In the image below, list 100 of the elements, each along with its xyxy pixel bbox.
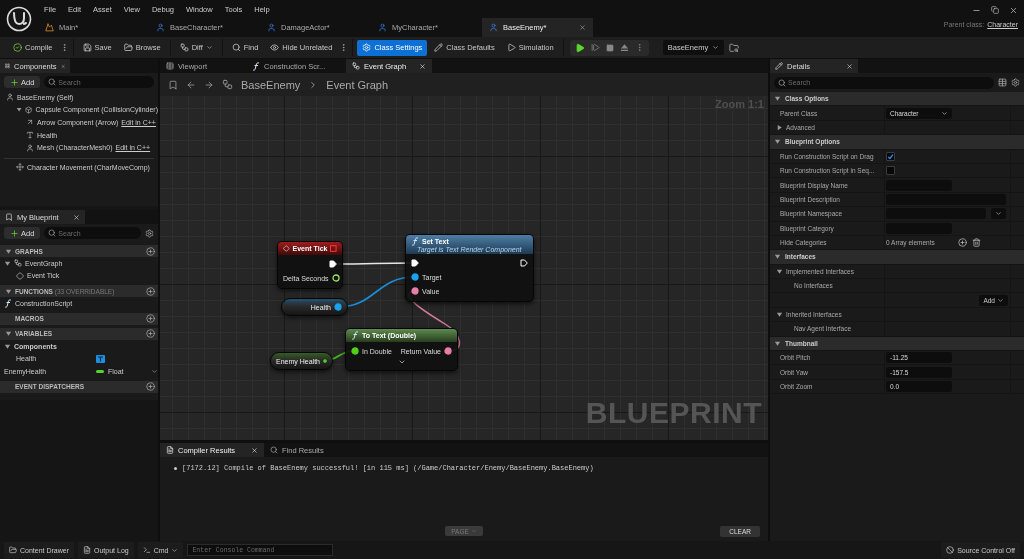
pin-icon[interactable] <box>322 357 327 365</box>
plus-icon <box>10 228 19 238</box>
event-icon <box>283 245 290 252</box>
component-icon <box>25 105 33 114</box>
forward-icon[interactable] <box>204 79 214 90</box>
trash-icon[interactable] <box>971 238 981 248</box>
add-icon[interactable] <box>146 382 155 392</box>
add-icon[interactable] <box>146 246 155 256</box>
graph-watermark: BLUEPRINT <box>585 396 762 430</box>
caret-icon <box>941 109 948 117</box>
caret-icon <box>171 546 179 554</box>
document-icon <box>83 546 92 554</box>
expand-arrow-icon[interactable] <box>776 123 783 131</box>
function-icon <box>411 236 419 246</box>
toolbar-icon <box>13 43 22 52</box>
event-icon <box>16 271 24 280</box>
eject-icon[interactable] <box>619 43 629 52</box>
toolbar-icon <box>179 43 189 52</box>
bookmark-icon[interactable] <box>168 79 178 90</box>
component-icon <box>26 143 34 152</box>
play-icon[interactable] <box>574 42 585 53</box>
graph-icon <box>222 79 233 90</box>
expand-arrow-icon[interactable] <box>4 259 11 267</box>
expand-arrow-icon[interactable] <box>774 339 781 347</box>
blueprint-icon <box>267 23 276 32</box>
breadcrumb-item[interactable]: BaseEnemy <box>241 78 301 91</box>
expand-arrow-icon[interactable] <box>16 106 23 114</box>
function-icon <box>252 61 260 71</box>
graph-icon <box>352 62 360 70</box>
level-icon <box>45 23 54 32</box>
toolbar-icon <box>123 43 133 52</box>
component-icon <box>6 93 14 102</box>
viewport-icon <box>166 62 174 70</box>
plus-icon <box>10 77 19 87</box>
toolbar-icon <box>231 43 241 52</box>
expand-caret-icon[interactable] <box>397 358 406 366</box>
toolbar-icon <box>362 43 372 52</box>
logo-icon <box>6 5 32 32</box>
expand-arrow-icon[interactable] <box>774 138 781 146</box>
pin-icon[interactable] <box>334 303 342 311</box>
toolbar-icon <box>270 43 280 52</box>
function-icon <box>351 331 359 340</box>
components-icon <box>5 62 11 70</box>
expand-arrow-icon[interactable] <box>774 253 781 261</box>
pencil-icon <box>775 62 783 70</box>
caret-icon <box>712 44 720 51</box>
component-icon <box>26 118 34 127</box>
checkmark-icon <box>887 152 894 160</box>
document-icon <box>166 446 174 454</box>
delegate-pin-icon[interactable] <box>330 245 337 252</box>
caret-icon <box>995 210 1002 218</box>
pin-icon[interactable] <box>411 287 419 295</box>
blueprint-icon <box>489 23 498 32</box>
add-element-icon[interactable] <box>957 238 967 248</box>
bullet-icon <box>174 466 177 470</box>
graph-icon <box>14 259 22 268</box>
browse-icon[interactable] <box>729 42 740 53</box>
blueprint-icon <box>378 23 387 32</box>
function-icon <box>4 299 12 308</box>
expand-arrow-icon[interactable] <box>5 247 12 255</box>
breadcrumb-item[interactable]: Event Graph <box>326 78 389 91</box>
back-icon[interactable] <box>186 79 196 90</box>
close-icon[interactable] <box>1009 6 1018 15</box>
stop-icon[interactable] <box>605 43 614 52</box>
exec-pin-icon[interactable] <box>411 259 419 267</box>
expand-arrow-icon[interactable] <box>776 267 783 275</box>
search-icon <box>778 78 786 87</box>
component-icon <box>26 131 34 140</box>
book-icon <box>5 213 13 221</box>
checkbox[interactable] <box>886 151 895 161</box>
caret-icon <box>997 296 1004 304</box>
search-icon <box>48 229 57 237</box>
step-icon[interactable] <box>590 43 600 52</box>
table-icon[interactable] <box>998 78 1007 87</box>
pin-icon[interactable] <box>411 273 419 281</box>
expand-arrow-icon[interactable] <box>776 311 783 319</box>
add-icon[interactable] <box>146 286 155 296</box>
restore-icon[interactable] <box>991 6 999 14</box>
terminal-icon <box>142 546 151 554</box>
exec-pin-icon[interactable] <box>520 259 528 267</box>
caret-icon <box>205 44 213 51</box>
settings-icon[interactable] <box>145 228 154 238</box>
caret-icon[interactable] <box>151 367 158 375</box>
exec-pin-icon[interactable] <box>329 260 337 268</box>
toolbar-icon <box>434 43 444 52</box>
add-icon[interactable] <box>146 314 155 324</box>
blocked-icon <box>946 546 955 554</box>
close-icon[interactable] <box>579 24 586 31</box>
expand-arrow-icon[interactable] <box>774 95 781 103</box>
toolbar-icon <box>82 43 92 52</box>
checkbox[interactable] <box>886 166 895 176</box>
expand-arrow-icon[interactable] <box>5 330 12 338</box>
expand-arrow-icon[interactable] <box>4 342 11 350</box>
pin-icon[interactable] <box>351 347 359 355</box>
settings-icon[interactable] <box>1011 78 1020 87</box>
expand-arrow-icon[interactable] <box>5 287 12 295</box>
search-icon <box>270 446 278 454</box>
add-icon[interactable] <box>146 329 155 339</box>
pin-icon[interactable] <box>331 274 340 282</box>
pin-icon[interactable] <box>444 347 452 355</box>
